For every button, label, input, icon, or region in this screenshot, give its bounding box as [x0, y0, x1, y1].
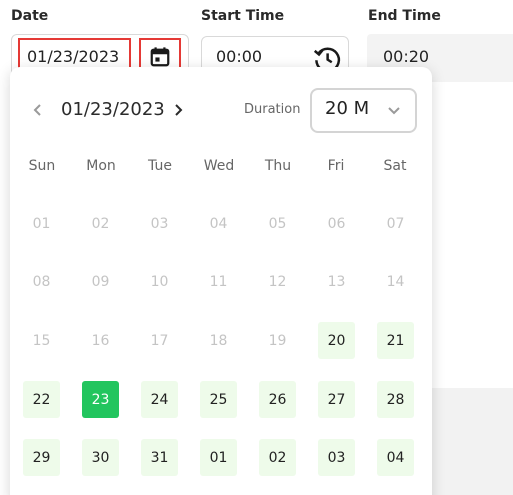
day-cell[interactable]: 01	[200, 439, 237, 476]
duration-label: Duration	[244, 102, 301, 117]
day-cell[interactable]: 03	[318, 439, 355, 476]
chevron-right-icon	[175, 104, 183, 116]
month-label: 01/23/2023	[61, 99, 165, 120]
day-cell: 02	[91, 215, 110, 232]
day-cell: 01	[32, 215, 51, 232]
day-cell: 15	[32, 332, 51, 349]
weekday-wed: Wed	[203, 158, 235, 174]
weekday-thu: Thu	[264, 158, 292, 174]
day-cell: 13	[327, 273, 346, 290]
day-cell[interactable]: 27	[318, 381, 355, 418]
day-cell[interactable]: 28	[377, 381, 414, 418]
day-cell: 09	[91, 273, 110, 290]
day-cell: 11	[209, 273, 228, 290]
duration-value: 20 M	[325, 98, 370, 119]
date-label: Date	[11, 8, 49, 24]
day-cell: 03	[150, 215, 169, 232]
day-cell: 17	[150, 332, 169, 349]
end-time-label: End Time	[368, 8, 441, 24]
day-cell: 07	[386, 215, 405, 232]
day-cell: 08	[32, 273, 51, 290]
day-cell: 16	[91, 332, 110, 349]
next-month-button[interactable]	[165, 96, 191, 124]
weekday-tue: Tue	[148, 158, 172, 174]
start-time-input[interactable]: 00:00	[216, 47, 262, 66]
day-cell[interactable]: 30	[82, 439, 119, 476]
day-cell: 14	[386, 273, 405, 290]
day-cell[interactable]: 04	[377, 439, 414, 476]
day-cell: 05	[268, 215, 287, 232]
day-cell: 04	[209, 215, 228, 232]
weekday-mon: Mon	[86, 158, 116, 174]
day-cell[interactable]: 29	[23, 439, 60, 476]
chevron-down-icon	[388, 107, 400, 115]
day-cell[interactable]: 25	[200, 381, 237, 418]
background-panel	[432, 388, 513, 495]
day-cell: 12	[268, 273, 287, 290]
weekday-fri: Fri	[327, 158, 345, 174]
day-cell: 18	[209, 332, 228, 349]
day-cell[interactable]: 26	[259, 381, 296, 418]
day-cell[interactable]: 24	[141, 381, 178, 418]
day-cell[interactable]: 31	[141, 439, 178, 476]
day-cell[interactable]: 21	[377, 322, 414, 359]
weekday-sun: Sun	[28, 158, 56, 174]
day-cell[interactable]: 02	[259, 439, 296, 476]
day-cell[interactable]: 20	[318, 322, 355, 359]
day-cell-selected[interactable]: 23	[82, 381, 119, 418]
calendar-icon	[150, 47, 170, 67]
end-time-value: 00:20	[383, 47, 430, 66]
day-cell[interactable]: 22	[23, 381, 60, 418]
day-cell: 06	[327, 215, 346, 232]
chevron-left-icon	[33, 104, 41, 116]
prev-month-button[interactable]	[25, 96, 51, 124]
start-time-label: Start Time	[201, 8, 285, 24]
day-cell: 19	[268, 332, 287, 349]
day-cell: 10	[150, 273, 169, 290]
weekday-sat: Sat	[383, 158, 407, 174]
